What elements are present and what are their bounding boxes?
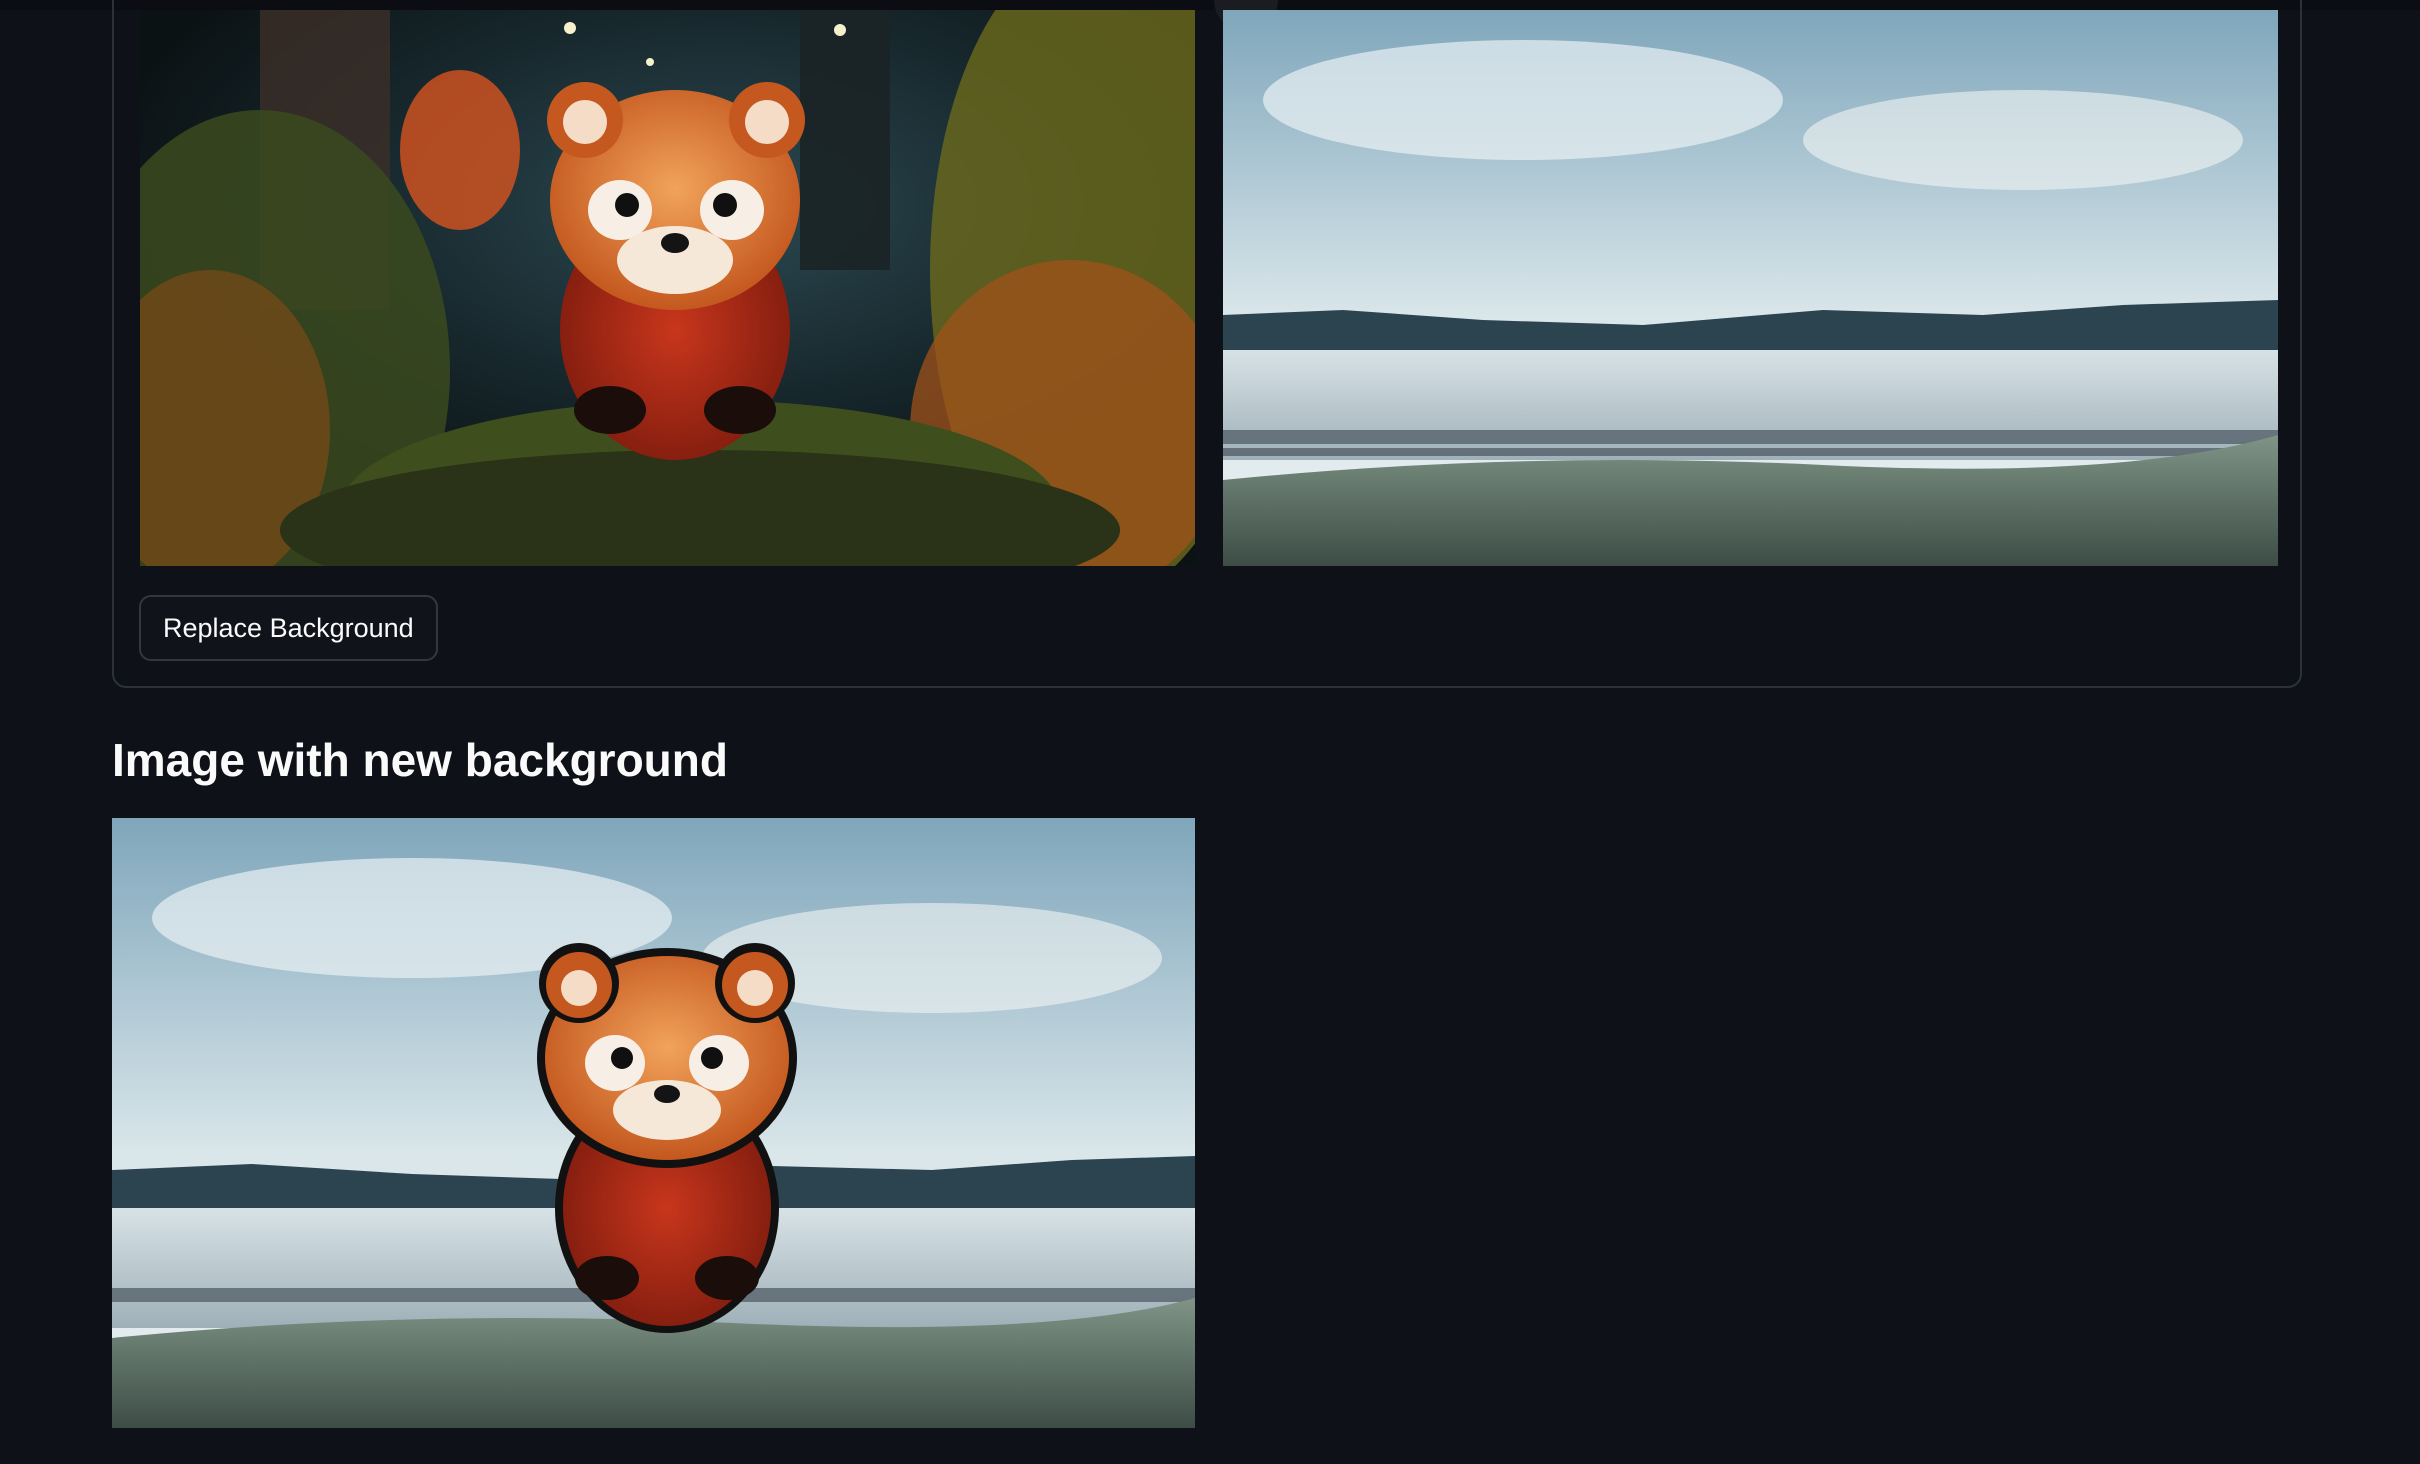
background-image bbox=[1223, 10, 2278, 566]
result-image bbox=[112, 818, 1195, 1428]
background-image-graphic bbox=[1223, 10, 2278, 566]
replace-background-button[interactable]: Replace Background bbox=[139, 595, 438, 661]
app-page: Replace Background Image with new backgr… bbox=[0, 0, 2420, 1464]
result-image-graphic bbox=[112, 818, 1195, 1428]
source-image-graphic bbox=[140, 10, 1195, 566]
result-section-title: Image with new background bbox=[112, 734, 728, 786]
source-image bbox=[140, 10, 1195, 566]
